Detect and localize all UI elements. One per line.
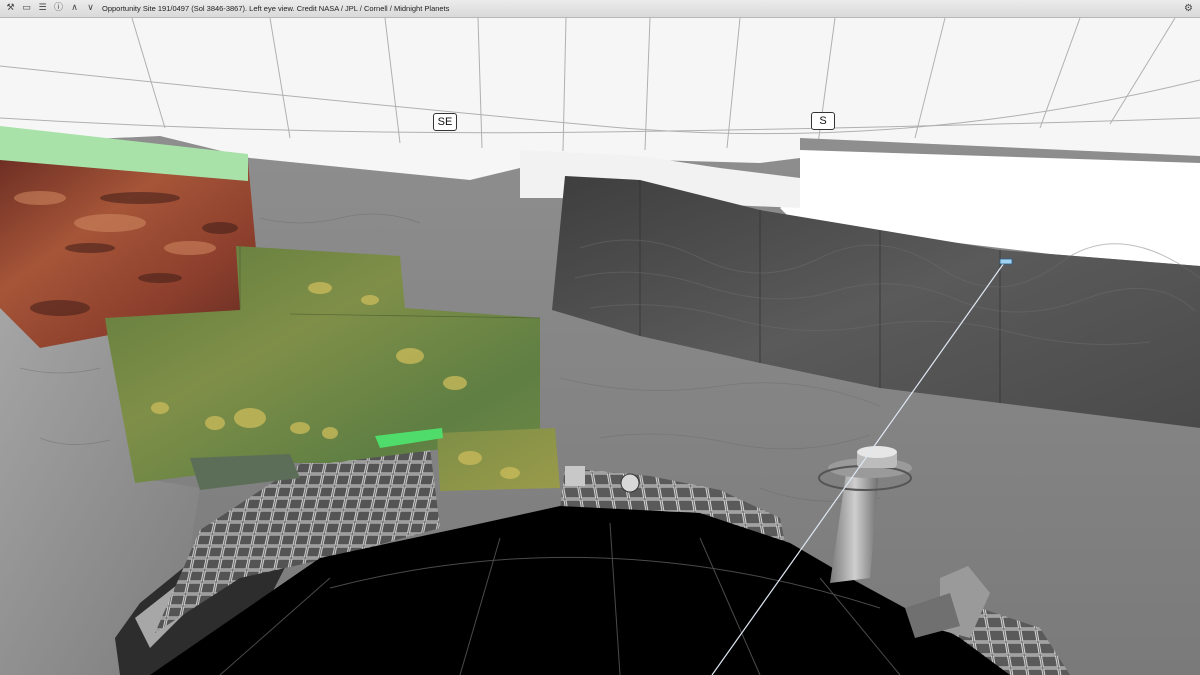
compass-label-s[interactable]: S <box>811 112 835 130</box>
list-icon[interactable]: ☰ <box>37 3 48 14</box>
chevron-down-icon[interactable]: ∨ <box>85 3 96 14</box>
window-titlebar: ⚒ ▭ ☰ ⓘ ∧ ∨ Opportunity Site 191/0497 (S… <box>0 0 1200 18</box>
tools-icon[interactable]: ⚒ <box>5 3 16 14</box>
window-title: Opportunity Site 191/0497 (Sol 3846-3867… <box>102 4 450 13</box>
chevron-up-icon[interactable]: ∧ <box>69 3 80 14</box>
info-icon[interactable]: ⓘ <box>53 3 64 14</box>
measurement-marker[interactable] <box>999 258 1013 265</box>
image-icon[interactable]: ▭ <box>21 3 32 14</box>
toolbar-icons: ⚒ ▭ ☰ ⓘ ∧ ∨ <box>5 3 96 14</box>
gear-icon[interactable]: ⚙ <box>1183 3 1194 14</box>
pancam-tile-green-bottom-right <box>437 428 560 491</box>
panorama-scene[interactable] <box>0 18 1200 675</box>
panorama-viewport[interactable]: SE S <box>0 18 1200 675</box>
compass-label-se[interactable]: SE <box>433 113 457 131</box>
